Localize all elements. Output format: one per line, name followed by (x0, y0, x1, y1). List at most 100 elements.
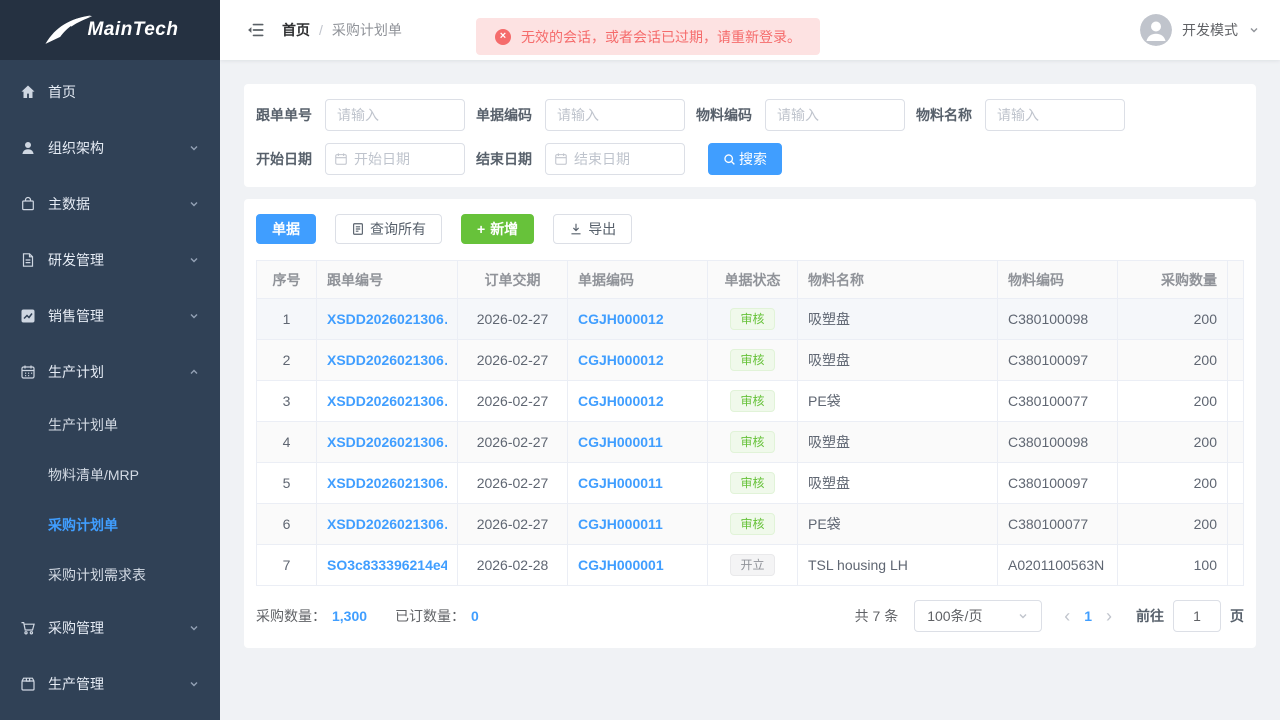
sidebar-subitem-production-plan-order[interactable]: 生产计划单 (0, 400, 220, 450)
breadcrumb: 首页 / 采购计划单 (282, 20, 402, 40)
serial-cell: 3 (256, 380, 317, 422)
collapse-menu-icon[interactable] (246, 20, 266, 40)
status-badge: 审核 (730, 308, 775, 330)
sidebar-item-label: 销售管理 (48, 308, 104, 324)
column-header: 单据状态 (707, 260, 798, 299)
order-link[interactable]: SO3c833396214e40 (327, 557, 447, 573)
order-cell: XSDD2026021306… (316, 421, 458, 463)
doc-cell: CGJH000012 (567, 339, 708, 381)
search-button[interactable]: 搜索 (708, 143, 782, 175)
sidebar-item-purchasing[interactable]: 采购管理 (0, 600, 220, 656)
doc-cell: CGJH000012 (567, 298, 708, 340)
error-message: 无效的会话，或者会话已过期，请重新登录。 (521, 28, 801, 45)
sidebar-item-label: 首页 (48, 84, 76, 100)
doc-link[interactable]: CGJH000012 (578, 352, 697, 368)
order-no-input[interactable] (325, 99, 465, 131)
error-toast: × 无效的会话，或者会话已过期，请重新登录。 (476, 18, 820, 55)
user-menu[interactable]: 开发模式 (1140, 14, 1260, 46)
bill-button[interactable]: 单据 (256, 214, 316, 244)
sidebar-item-manufacturing[interactable]: 生产管理 (0, 656, 220, 712)
order-link[interactable]: XSDD2026021306… (327, 352, 447, 368)
sidebar-item-org[interactable]: 组织架构 (0, 120, 220, 176)
summary: 采购数量： 1,300 已订数量： 0 (256, 606, 501, 626)
breadcrumb-home[interactable]: 首页 (282, 20, 310, 40)
table-row: 2 XSDD2026021306… 2026-02-27 CGJH000012 审核 吸塑… (256, 339, 1244, 381)
purchase-qty-value: 1,300 (332, 608, 368, 624)
material-name-cell: 吸塑盘 (797, 339, 998, 381)
sidebar-subitem-label: 物料清单/MRP (48, 467, 139, 483)
table-panel: 单据 查询所有 + 新增 导出 序号 跟单编号 订单交期 单据编码 单据状态 物料名称 物料编… (244, 199, 1256, 648)
doc-link[interactable]: CGJH000012 (578, 393, 697, 409)
column-header-spacer (1227, 260, 1244, 299)
spacer-cell (1227, 421, 1244, 463)
top-header: 首页 / 采购计划单 × 无效的会话，或者会话已过期，请重新登录。 开发模式 (220, 0, 1280, 60)
column-header: 订单交期 (457, 260, 568, 299)
end-date-picker[interactable] (545, 143, 685, 175)
sidebar-subitem-purchase-plan-order[interactable]: 采购计划单 (0, 500, 220, 550)
sidebar-item-rnd[interactable]: 研发管理 (0, 232, 220, 288)
chevron-down-icon (188, 254, 200, 266)
column-header: 序号 (256, 260, 317, 299)
spacer-cell (1227, 462, 1244, 504)
sidebar-item-home[interactable]: 首页 (0, 64, 220, 120)
material-name-input[interactable] (985, 99, 1125, 131)
chevron-down-icon (188, 678, 200, 690)
query-all-button[interactable]: 查询所有 (335, 214, 442, 244)
qty-cell: 100 (1117, 544, 1228, 586)
brand-logo: MainTech (0, 0, 220, 60)
sidebar-menu: 首页 组织架构 主数据 研发管理 销售管理 生产计划 生产计划单 物料清单/MR… (0, 60, 220, 712)
delivery-date-cell: 2026-02-27 (457, 462, 568, 504)
order-link[interactable]: XSDD2026021306… (327, 393, 447, 409)
filter-field-material-name: 物料名称 (916, 99, 1125, 131)
current-page[interactable]: 1 (1078, 608, 1098, 624)
doc-link[interactable]: CGJH000011 (578, 516, 697, 532)
order-link[interactable]: XSDD2026021306… (327, 516, 447, 532)
doc-link[interactable]: CGJH000011 (578, 475, 697, 491)
sidebar-subitem-purchase-plan-demand[interactable]: 采购计划需求表 (0, 550, 220, 600)
sidebar-item-production-plan[interactable]: 生产计划 (0, 344, 220, 400)
start-date-picker[interactable] (325, 143, 465, 175)
order-link[interactable]: XSDD2026021306… (327, 311, 447, 327)
material-code-cell: C380100098 (997, 298, 1118, 340)
delivery-date-cell: 2026-02-27 (457, 298, 568, 340)
table-row: 6 XSDD2026021306… 2026-02-27 CGJH000011 审核 PE… (256, 503, 1244, 545)
doc-link[interactable]: CGJH000001 (578, 557, 697, 573)
column-header: 跟单编号 (316, 260, 458, 299)
material-name-cell: 吸塑盘 (797, 421, 998, 463)
material-name-cell: 吸塑盘 (797, 298, 998, 340)
status-badge: 审核 (730, 431, 775, 453)
calendar-icon (334, 152, 348, 166)
order-link[interactable]: XSDD2026021306… (327, 475, 447, 491)
table-row: 5 XSDD2026021306… 2026-02-27 CGJH000011 审核 吸塑… (256, 462, 1244, 504)
prev-page-button[interactable]: ‹ (1056, 607, 1078, 625)
end-date-input[interactable] (574, 151, 676, 167)
search-icon (724, 153, 735, 165)
sidebar-item-master-data[interactable]: 主数据 (0, 176, 220, 232)
filter-label: 结束日期 (476, 151, 532, 167)
spacer-cell (1227, 298, 1244, 340)
doc-code-input[interactable] (545, 99, 685, 131)
page-size-select[interactable]: 100条/页 (914, 600, 1043, 632)
export-button[interactable]: 导出 (553, 214, 633, 244)
sidebar-subitem-bom-mrp[interactable]: 物料清单/MRP (0, 450, 220, 500)
material-code-input[interactable] (765, 99, 905, 131)
sidebar-subitem-label: 采购计划单 (48, 517, 118, 533)
plus-icon: + (477, 221, 486, 237)
sidebar-item-sales[interactable]: 销售管理 (0, 288, 220, 344)
goto-page-input[interactable] (1173, 600, 1221, 632)
status-cell: 开立 (707, 544, 798, 586)
doc-link[interactable]: CGJH000011 (578, 434, 697, 450)
order-link[interactable]: XSDD2026021306… (327, 434, 447, 450)
doc-link[interactable]: CGJH000012 (578, 311, 697, 327)
status-badge: 审核 (730, 513, 775, 535)
qty-cell: 200 (1117, 503, 1228, 545)
filter-field-order-no: 跟单单号 (256, 99, 465, 131)
qty-cell: 200 (1117, 380, 1228, 422)
order-cell: XSDD2026021306… (316, 462, 458, 504)
add-button[interactable]: + 新增 (461, 214, 535, 244)
status-badge: 开立 (730, 554, 775, 576)
user-icon (20, 140, 36, 156)
start-date-input[interactable] (354, 151, 456, 167)
next-page-button[interactable]: › (1098, 607, 1120, 625)
cart-icon (20, 620, 36, 636)
